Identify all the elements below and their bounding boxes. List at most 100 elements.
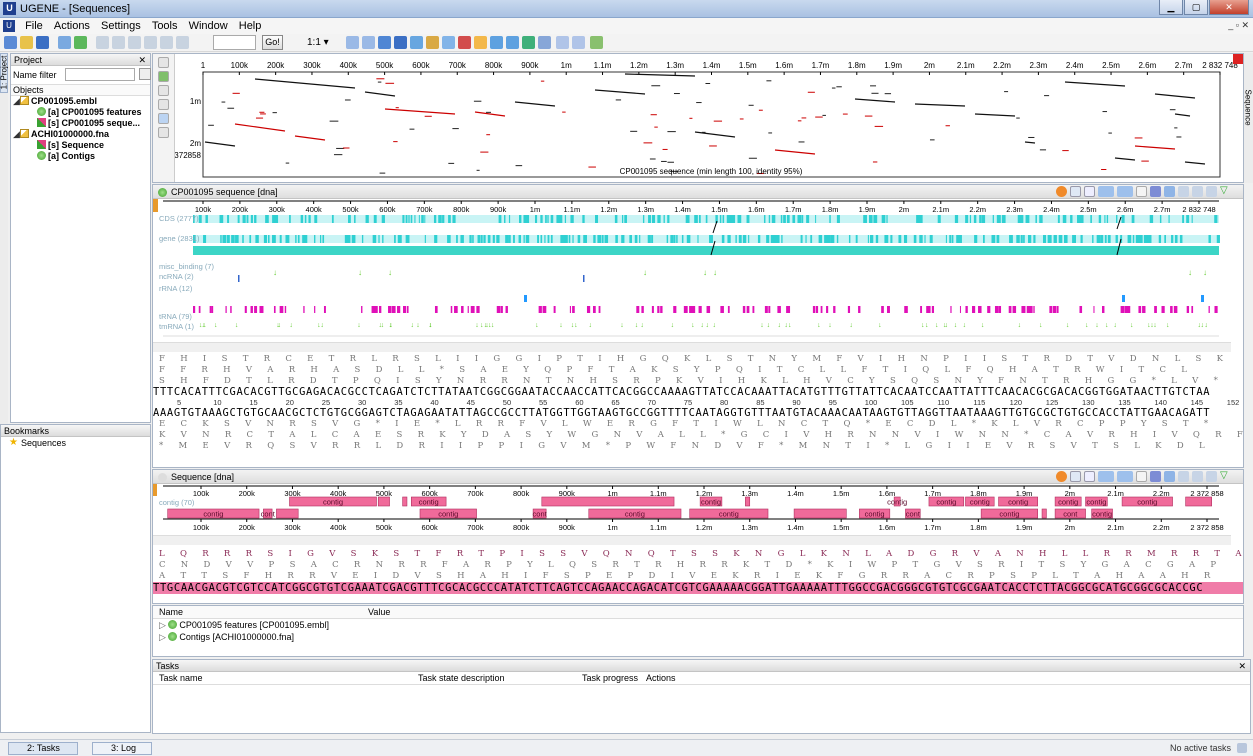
log-dock-tab[interactable]: 3: Log	[92, 742, 152, 755]
zoom-fit-icon[interactable]	[1192, 471, 1203, 482]
tasks-dock-tab[interactable]: 2: Tasks	[8, 742, 78, 755]
bookmark-icon[interactable]	[1150, 186, 1161, 197]
copy-annotation-seq-icon[interactable]	[160, 36, 173, 49]
zoom-default-icon[interactable]	[1206, 186, 1217, 197]
copy-complement-icon[interactable]	[112, 36, 125, 49]
search-pattern-icon[interactable]	[58, 36, 71, 49]
select-icon[interactable]	[158, 113, 169, 124]
close-icon[interactable]: ✕	[138, 54, 146, 66]
tree-item-annotation[interactable]: [a] Contigs	[11, 151, 150, 162]
menu-tools[interactable]: Tools	[148, 18, 182, 34]
task-status-icon[interactable]	[1237, 743, 1247, 753]
new-project-icon[interactable]	[4, 36, 17, 49]
complement-toggle-icon[interactable]	[1098, 186, 1114, 197]
zoom-default-icon[interactable]	[1206, 471, 1217, 482]
copy-translation-icon[interactable]	[128, 36, 141, 49]
zoom-to-selection-icon[interactable]	[1070, 471, 1081, 482]
collapse-icon[interactable]: ▽	[1220, 186, 1231, 197]
primer-icon[interactable]	[442, 36, 455, 49]
zoom-in-icon[interactable]	[158, 71, 169, 82]
zoom-reset-icon[interactable]	[158, 99, 169, 110]
workflow-icon[interactable]	[522, 36, 535, 49]
dotplot-area[interactable]: 1 100k 200k 300k 400k 500k 600k 700k 800k 900k 1m 1…	[170, 54, 1243, 182]
contig-scrollbar[interactable]	[153, 535, 1231, 545]
sequence-scrollbar[interactable]	[153, 342, 1231, 352]
table-row[interactable]: ▷ Contigs [ACHI01000000.fna]	[153, 631, 1243, 643]
shuffle-icon[interactable]	[572, 36, 585, 49]
bookmark-item[interactable]: ★ Sequences	[1, 437, 150, 449]
restriction-sites-icon[interactable]	[394, 36, 407, 49]
bookmark-icon[interactable]	[1150, 471, 1161, 482]
ugene-menu-icon[interactable]: U	[3, 20, 15, 32]
zoom-in-icon[interactable]	[1164, 471, 1175, 482]
tree-item-annotation[interactable]: [a] CP001095 features	[11, 107, 150, 118]
mdi-controls[interactable]: _ ▫ ✕	[1228, 20, 1249, 31]
translation-toggle-icon[interactable]	[1117, 471, 1133, 482]
name-filter-input[interactable]	[65, 68, 135, 81]
zoom-to-selection-icon[interactable]	[1070, 186, 1081, 197]
find-repeats-icon[interactable]	[74, 36, 87, 49]
column-task-state[interactable]: Task state description	[418, 673, 505, 683]
dna-stats-icon[interactable]	[410, 36, 423, 49]
column-name[interactable]: Name	[159, 607, 183, 617]
minimize-button[interactable]: ▁	[1159, 0, 1183, 15]
close-icon[interactable]: ✕	[1238, 660, 1246, 672]
column-task-name[interactable]: Task name	[159, 673, 203, 683]
tree-item-doc[interactable]: ◢ ACHI01000000.fna	[11, 129, 150, 140]
amino-icon[interactable]	[1136, 186, 1147, 197]
menu-help[interactable]: Help	[235, 18, 266, 34]
hand-icon[interactable]	[158, 127, 169, 138]
copy-annotation-icon[interactable]	[144, 36, 157, 49]
sw-search-icon[interactable]	[362, 36, 375, 49]
select-range-icon[interactable]	[1084, 471, 1095, 482]
complement-toggle-icon[interactable]	[1098, 471, 1114, 482]
dna-strand-direct[interactable]: TTTCACATTTCGACACGTTGCGAGACACGCCTCAGATCTC…	[153, 387, 1243, 398]
menu-window[interactable]: Window	[185, 18, 232, 34]
copy-annotation-translation-icon[interactable]	[176, 36, 189, 49]
pencil-icon[interactable]	[158, 57, 169, 68]
zoom-out-icon[interactable]	[158, 85, 169, 96]
zoom-combo[interactable]: 1:1 ▾	[307, 37, 329, 48]
column-task-progress[interactable]: Task progress	[582, 673, 638, 683]
amino-icon[interactable]	[1136, 471, 1147, 482]
open-folder-icon[interactable]	[20, 36, 33, 49]
save-icon[interactable]	[36, 36, 49, 49]
cloning-icon[interactable]	[458, 36, 471, 49]
contig-overview[interactable]: 100k 200k 300k 400k 500k 600k 700k 800k 900k 1m 1.…	[153, 484, 1231, 532]
consensus-icon[interactable]	[506, 36, 519, 49]
column-actions[interactable]: Actions	[646, 673, 676, 683]
zoom-in-icon[interactable]	[1164, 186, 1175, 197]
dotplot-icon[interactable]	[426, 36, 439, 49]
tree-item-doc[interactable]: ◢ CP001095.embl	[11, 96, 150, 107]
sequence-overview[interactable]: 100k 200k 300k 400k 500k 600k 700k 800k 900k 1m 1.…	[153, 199, 1231, 339]
export-icon[interactable]	[538, 36, 551, 49]
find-tool-icon[interactable]	[378, 36, 391, 49]
sequence-dock-tab[interactable]: Sequence	[1244, 89, 1253, 125]
dna-strand-contig[interactable]: TTGCAACGACGTCGTCCATCGGCGTGTCGAAATCGACGTT…	[153, 582, 1243, 594]
graphs-icon[interactable]	[490, 36, 503, 49]
zoom-out-icon[interactable]	[1178, 471, 1189, 482]
translation-toggle-icon[interactable]	[1117, 186, 1133, 197]
filter-options-icon[interactable]	[139, 68, 151, 80]
copy-icon[interactable]	[96, 36, 109, 49]
menu-settings[interactable]: Settings	[97, 18, 145, 34]
dna-strand-complement[interactable]: AAAGTGTAAAGCTGTGCAACGCTCTGTGCGGAGTCTAGAG…	[153, 408, 1243, 419]
menu-file[interactable]: File	[21, 18, 47, 34]
column-value[interactable]: Value	[368, 607, 390, 617]
circular-view-icon[interactable]	[1056, 471, 1067, 482]
close-dotplot-icon[interactable]	[1233, 54, 1243, 64]
tree-item-sequence[interactable]: [s] Sequence	[11, 140, 150, 151]
menu-actions[interactable]: Actions	[50, 18, 94, 34]
orf-marker-icon[interactable]	[346, 36, 359, 49]
zoom-fit-icon[interactable]	[1192, 186, 1203, 197]
go-button[interactable]: Go!	[262, 35, 283, 50]
collapse-icon[interactable]: ▽	[1220, 471, 1231, 482]
table-row[interactable]: ▷ CP001095 features [CP001095.embl]	[153, 619, 1243, 631]
gc-content-icon[interactable]	[474, 36, 487, 49]
tree-item-sequence[interactable]: [s] CP001095 seque...	[11, 118, 150, 129]
maximize-button[interactable]: ▢	[1184, 0, 1208, 15]
project-dock-tab[interactable]: 1: Project	[0, 53, 8, 93]
goto-position-input[interactable]	[213, 35, 256, 50]
circular-view-icon[interactable]	[1056, 186, 1067, 197]
close-window-button[interactable]: ✕	[1209, 0, 1249, 15]
